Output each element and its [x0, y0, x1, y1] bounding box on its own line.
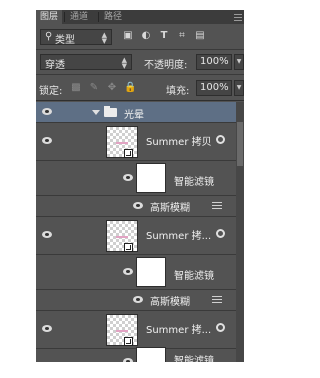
- shape-filter-icon[interactable]: ⌗: [176, 30, 188, 42]
- type-filter-icon[interactable]: T: [158, 30, 170, 42]
- layer-row[interactable]: Summer 拷...: [36, 311, 236, 349]
- tab-channels[interactable]: 通道: [70, 10, 88, 24]
- opacity-dropdown-icon[interactable]: ▼: [234, 54, 244, 70]
- layer-thumbnail[interactable]: [106, 314, 138, 346]
- layer-name[interactable]: Summer 拷...: [146, 321, 211, 336]
- lock-all-icon[interactable]: 🔒: [124, 82, 136, 94]
- fill-dropdown-icon[interactable]: ▼: [234, 80, 244, 96]
- lock-move-icon[interactable]: ✥: [106, 82, 118, 94]
- visibility-eye-icon[interactable]: [41, 137, 55, 145]
- layer-thumbnail[interactable]: [106, 220, 138, 252]
- layer-thumbnail[interactable]: [106, 126, 138, 158]
- tab-divider: [98, 12, 99, 22]
- smart-filter-indicator-icon[interactable]: [216, 135, 225, 144]
- smart-filter-row[interactable]: 智能滤镜: [36, 347, 236, 362]
- filter-options-icon[interactable]: [212, 202, 222, 210]
- visibility-eye-icon[interactable]: [122, 174, 136, 182]
- filter-effect-row[interactable]: 高斯模糊: [36, 290, 236, 311]
- visibility-eye-icon[interactable]: [122, 358, 136, 362]
- smart-filter-indicator-icon[interactable]: [216, 323, 225, 332]
- thumbnail-content: [116, 142, 128, 144]
- opacity-field[interactable]: 100%: [196, 54, 232, 70]
- fill-label: 填充:: [166, 86, 190, 97]
- panel-tabs: 图层 通道 路径: [36, 10, 244, 24]
- smart-filter-label: 智能滤镜: [174, 177, 214, 188]
- visibility-eye-icon[interactable]: [132, 296, 146, 304]
- smart-object-badge-icon: [124, 337, 133, 346]
- layers-panel: 图层 通道 路径 ⚲ 类型 ▲ ▼ ▣ ◐ T ⌗ ▤ 穿透 ▲ ▼ 不透明度: 1…: [36, 10, 244, 362]
- group-name[interactable]: 光晕: [124, 106, 144, 121]
- filter-kind-label: 类型: [55, 35, 75, 46]
- thumbnail-content: [116, 236, 128, 238]
- tab-layers[interactable]: 图层: [36, 10, 63, 24]
- thumbnail-content: [116, 330, 128, 332]
- smart-filter-indicator-icon[interactable]: [216, 229, 225, 238]
- layer-name[interactable]: Summer 拷贝: [146, 133, 212, 148]
- layer-row[interactable]: Summer 拷贝: [36, 123, 236, 161]
- filter-mask-thumbnail[interactable]: [136, 257, 166, 287]
- visibility-eye-icon[interactable]: [41, 108, 55, 116]
- visibility-eye-icon[interactable]: [41, 325, 55, 333]
- visibility-eye-icon[interactable]: [132, 202, 146, 210]
- layer-row[interactable]: Summer 拷...: [36, 217, 236, 255]
- image-filter-icon[interactable]: ▣: [122, 30, 134, 42]
- filter-effect-label: 高斯模糊: [150, 203, 190, 214]
- lock-paint-icon[interactable]: ✎: [88, 82, 100, 94]
- smart-object-badge-icon: [124, 149, 133, 158]
- layer-name[interactable]: Summer 拷...: [146, 227, 211, 242]
- lock-row: 锁定: ▩ ✎ ✥ 🔒 填充: 100% ▼: [36, 76, 244, 101]
- filter-effect-label: 高斯模糊: [150, 297, 190, 308]
- scrollbar-thumb[interactable]: [237, 122, 243, 166]
- select-arrows-icon: ▲ ▼: [121, 56, 127, 70]
- filter-kind-select[interactable]: ⚲ 类型 ▲ ▼: [40, 29, 112, 46]
- smart-filter-row[interactable]: 智能滤镜: [36, 255, 236, 290]
- visibility-eye-icon[interactable]: [122, 268, 136, 276]
- folder-icon: [104, 106, 117, 117]
- smart-filter-label: 智能滤镜: [174, 271, 214, 282]
- tab-divider: [64, 12, 65, 22]
- panel-menu-icon[interactable]: [234, 12, 242, 21]
- opacity-label: 不透明度:: [144, 60, 188, 71]
- blend-row: 穿透 ▲ ▼ 不透明度: 100% ▼: [36, 50, 244, 75]
- smart-filter-row[interactable]: 智能滤镜: [36, 161, 236, 196]
- filter-effect-row[interactable]: 高斯模糊: [36, 196, 236, 217]
- filter-options-icon[interactable]: [212, 296, 222, 304]
- tab-paths[interactable]: 路径: [104, 10, 122, 24]
- expand-triangle-icon[interactable]: [92, 110, 100, 115]
- adjustment-filter-icon[interactable]: ◐: [140, 30, 152, 42]
- filter-row: ⚲ 类型 ▲ ▼ ▣ ◐ T ⌗ ▤: [36, 25, 244, 50]
- filter-mask-thumbnail[interactable]: [136, 163, 166, 193]
- filter-mask-thumbnail[interactable]: [136, 347, 166, 362]
- select-arrows-icon: ▲ ▼: [101, 31, 107, 45]
- fill-field[interactable]: 100%: [196, 80, 232, 96]
- blend-mode-value: 穿透: [45, 60, 65, 71]
- layers-scrollbar[interactable]: [236, 102, 244, 362]
- smart-filter-label: 智能滤镜: [174, 356, 214, 362]
- smart-object-badge-icon: [124, 243, 133, 252]
- lock-transparent-icon[interactable]: ▩: [70, 82, 82, 94]
- lock-label: 锁定:: [39, 86, 63, 97]
- search-icon: ⚲: [45, 31, 53, 42]
- visibility-eye-icon[interactable]: [41, 231, 55, 239]
- smart-object-filter-icon[interactable]: ▤: [194, 30, 206, 42]
- layer-group-row[interactable]: 光晕: [36, 102, 236, 123]
- blend-mode-select[interactable]: 穿透 ▲ ▼: [40, 54, 132, 71]
